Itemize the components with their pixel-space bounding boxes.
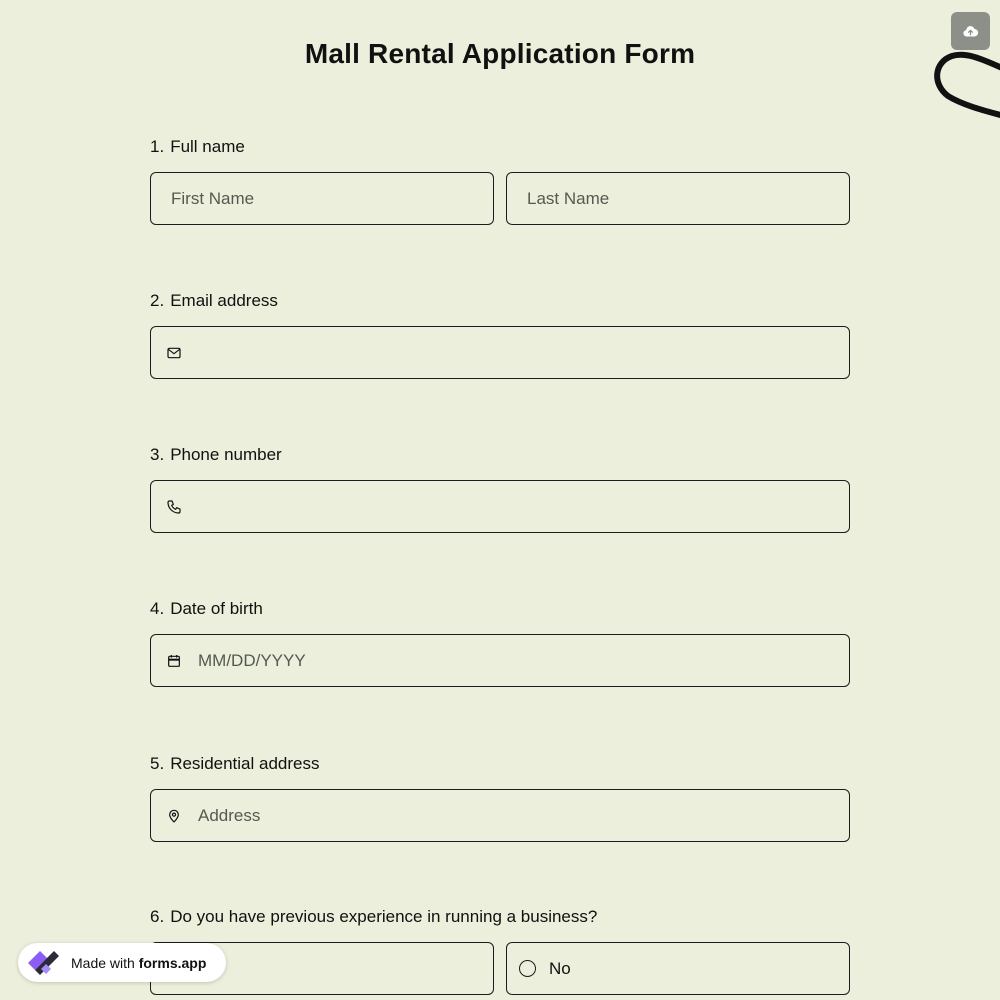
cloud-upload-icon — [963, 25, 979, 36]
question-number: 4. — [150, 599, 165, 618]
first-name-input[interactable] — [151, 173, 493, 224]
question-number: 1. — [150, 137, 165, 156]
last-name-field-box — [506, 172, 850, 225]
name-fields-row — [150, 172, 850, 225]
question-residential-address: 5. Residential address — [150, 754, 850, 842]
question-text: Date of birth — [170, 599, 263, 618]
phone-icon — [165, 498, 183, 516]
location-pin-icon — [165, 807, 183, 825]
question-label: 5. Residential address — [150, 754, 850, 774]
email-field-box — [150, 326, 850, 379]
question-number: 6. — [150, 907, 165, 926]
radio-button[interactable] — [519, 960, 536, 977]
phone-input[interactable] — [151, 481, 849, 532]
form-title: Mall Rental Application Form — [304, 38, 696, 69]
radio-options-row: No — [150, 942, 850, 995]
address-input[interactable] — [151, 790, 849, 841]
date-of-birth-input[interactable] — [151, 635, 849, 686]
question-text: Phone number — [170, 445, 282, 464]
question-label: 6. Do you have previous experience in run… — [150, 907, 850, 927]
question-date-of-birth: 4. Date of birth — [150, 599, 850, 687]
email-input[interactable] — [151, 327, 849, 378]
question-label: 1. Full name — [150, 137, 850, 157]
question-business-experience: 6. Do you have previous experience in run… — [150, 907, 850, 995]
phone-field-box — [150, 480, 850, 533]
question-email: 2. Email address — [150, 291, 850, 379]
first-name-field-box — [150, 172, 494, 225]
question-full-name: 1. Full name — [150, 137, 850, 225]
address-field-box — [150, 789, 850, 842]
forms-app-logo-icon — [24, 943, 64, 982]
badge-text: Made with forms.app — [71, 955, 206, 971]
question-text: Email address — [170, 291, 278, 310]
question-phone: 3. Phone number — [150, 445, 850, 533]
badge-prefix: Made with — [71, 954, 135, 971]
calendar-icon — [165, 652, 183, 670]
question-label: 4. Date of birth — [150, 599, 850, 619]
made-with-badge[interactable]: Made with forms.app — [18, 943, 226, 982]
question-number: 5. — [150, 754, 165, 773]
mail-icon — [165, 344, 183, 362]
question-text: Residential address — [170, 754, 320, 773]
decorative-loop-shape — [934, 51, 1000, 119]
radio-option-no[interactable]: No — [506, 942, 850, 995]
question-text: Full name — [170, 137, 245, 156]
question-label: 2. Email address — [150, 291, 850, 311]
last-name-input[interactable] — [507, 173, 849, 224]
question-number: 2. — [150, 291, 165, 310]
question-text: Do you have previous experience in runni… — [170, 907, 598, 926]
radio-option-label: No — [549, 958, 571, 978]
question-label: 3. Phone number — [150, 445, 850, 465]
badge-brand: forms.app — [138, 954, 207, 971]
question-number: 3. — [150, 445, 165, 464]
date-field-box — [150, 634, 850, 687]
